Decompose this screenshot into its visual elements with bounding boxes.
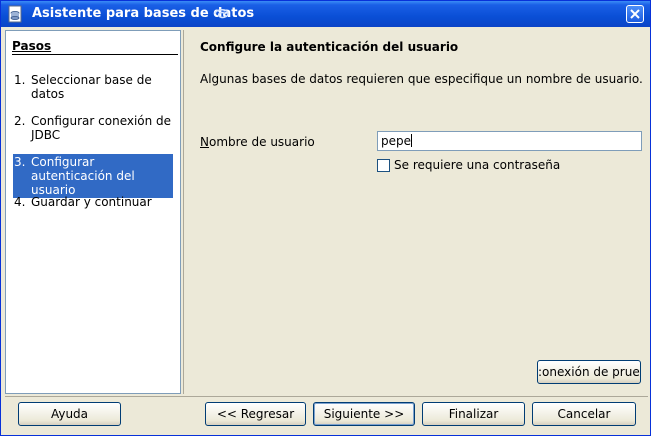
cancel-button[interactable]: Cancelar — [532, 402, 636, 426]
main-panel: Configure la autenticación del usuario A… — [183, 30, 649, 394]
database-document-icon — [8, 5, 22, 23]
step-select-database[interactable]: 1. Seleccionar base de datos — [13, 72, 173, 102]
page-title: Configure la autenticación del usuario — [200, 40, 459, 54]
text-caret — [411, 134, 412, 147]
next-button[interactable]: Siguiente >> — [313, 402, 415, 426]
username-label: Nombre de usuario — [200, 135, 315, 149]
button-bar-separator — [5, 396, 648, 397]
username-value: pepe — [381, 134, 411, 148]
app-logo-icon — [214, 9, 229, 19]
step-label: Configurar autenticación del usuario — [31, 155, 135, 197]
username-label-mnemonic: N — [200, 135, 209, 149]
step-configure-jdbc[interactable]: 2. Configurar conexión de JDBC — [13, 113, 173, 143]
close-button[interactable] — [626, 5, 644, 23]
step-number: 4. — [14, 195, 26, 209]
username-input[interactable]: pepe — [377, 131, 642, 151]
step-label: Configurar conexión de JDBC — [31, 114, 172, 142]
steps-panel: Pasos 1. Seleccionar base de datos 2. Co… — [5, 30, 181, 394]
step-label: Guardar y continuar — [31, 195, 152, 209]
step-label: Seleccionar base de datos — [31, 73, 152, 101]
steps-heading: Pasos — [12, 39, 52, 53]
step-number: 1. — [14, 73, 26, 87]
step-number: 2. — [14, 114, 26, 128]
help-button[interactable]: Ayuda — [18, 402, 121, 426]
password-required-checkbox[interactable] — [377, 159, 390, 172]
title-bar[interactable]: Asistente para bases de datos — [1, 1, 650, 27]
page-description: Algunas bases de datos requieren que esp… — [200, 72, 643, 86]
test-connection-button[interactable]: :onexión de prueb — [537, 360, 641, 384]
database-wizard-window: Asistente para bases de datos Pasos 1. S… — [0, 0, 651, 436]
step-save-continue[interactable]: 4. Guardar y continuar — [13, 194, 173, 210]
back-button[interactable]: << Regresar — [205, 402, 306, 426]
finish-button[interactable]: Finalizar — [422, 402, 525, 426]
step-number: 3. — [14, 155, 26, 169]
steps-divider — [12, 54, 178, 55]
password-required-label: Se requiere una contraseña — [394, 158, 561, 172]
close-icon — [630, 9, 640, 19]
step-user-authentication[interactable]: 3. Configurar autenticación del usuario — [13, 154, 173, 198]
username-label-text: ombre de usuario — [208, 135, 315, 149]
